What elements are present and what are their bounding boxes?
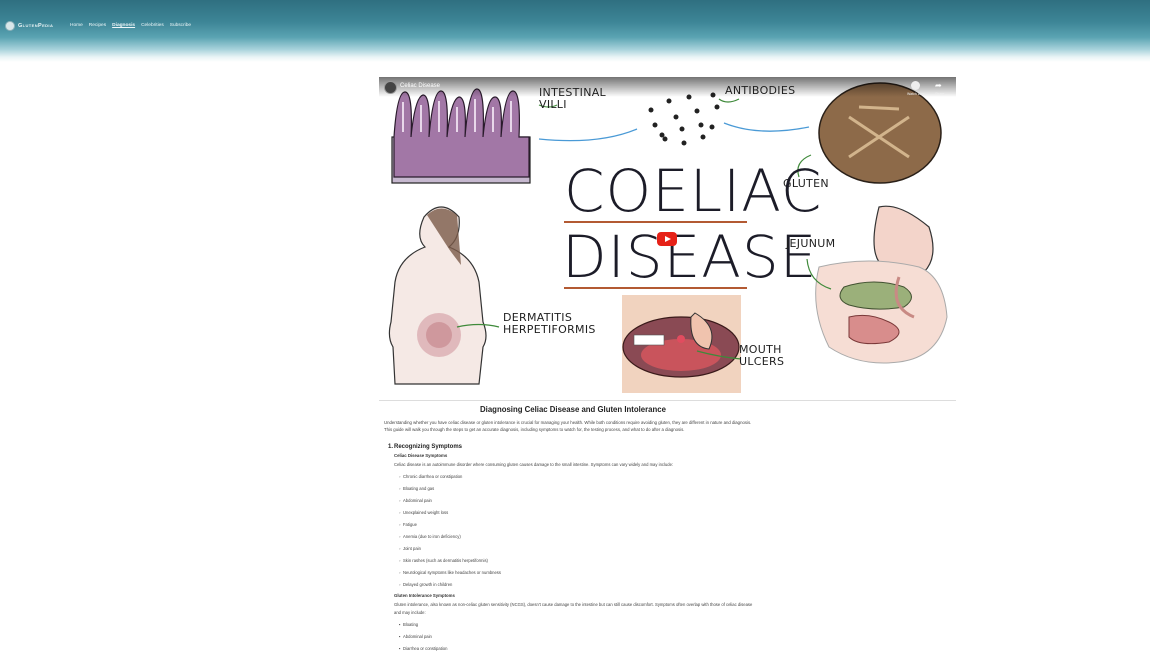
- watch-later-icon[interactable]: [911, 81, 920, 90]
- list-item-text: Neurological symptoms like headaches or …: [403, 570, 501, 575]
- video-title[interactable]: Celiac Disease: [400, 83, 440, 89]
- article-title: Diagnosing Celiac Disease and Gluten Int…: [480, 405, 666, 414]
- list-item-text: Abdominal pain: [403, 498, 432, 503]
- list-item: ◦ Skin rashes (such as dermatitis herpeti…: [399, 558, 488, 563]
- list-item-text: Delayed growth in children: [403, 582, 453, 587]
- main-nav: Home Recipes Diagnosis Celebrities Subsc…: [70, 23, 191, 28]
- intolerance-symptoms-text: Gluten intolerance, also known as non-ce…: [394, 602, 753, 615]
- divider: [379, 400, 956, 401]
- logo-text: GlutenPedia: [18, 23, 54, 29]
- list-item: ◦ Bloating and gas: [399, 486, 434, 491]
- celiac-symptoms-text: Celiac disease is an autoimmune disorder…: [394, 462, 674, 467]
- list-item: ◦ Fatigue: [399, 522, 417, 527]
- list-item: ◦ Delayed growth in children: [399, 582, 452, 587]
- list-item-text: Chronic diarrhea or constipation: [403, 474, 463, 479]
- list-item-text: Diarrhea or constipation: [403, 646, 448, 651]
- title-coeliac: COELIAC: [564, 157, 823, 225]
- list-item: ◦ Abdominal pain: [399, 498, 432, 503]
- list-item: ▪ Abdominal pain: [399, 634, 432, 639]
- list-item-text: Bloating and gas: [403, 486, 435, 491]
- share-label: Share: [935, 92, 945, 96]
- list-item: ▪ Diarrhea or constipation: [399, 646, 447, 651]
- list-item: ◦ Joint pain: [399, 546, 421, 551]
- site-logo[interactable]: GlutenPedia: [5, 21, 53, 31]
- intolerance-symptoms-heading: Gluten Intolerance Symptoms: [394, 593, 455, 598]
- nav-home[interactable]: Home: [70, 23, 83, 28]
- section-number: 1.: [388, 444, 394, 450]
- label-mouth-ulcers: MOUTH ULCERS: [739, 343, 785, 368]
- play-button-icon[interactable]: [657, 232, 677, 246]
- list-item: ▪ Bloating: [399, 622, 418, 627]
- label-dermatitis: DERMATITIS HERPETIFORMIS: [503, 311, 596, 336]
- list-item-text: Joint pain: [403, 546, 421, 551]
- body-illustration: [388, 206, 487, 385]
- label-antibodies: ANTIBODIES: [725, 84, 796, 97]
- nav-celebrities[interactable]: Celebrities: [141, 23, 164, 28]
- section-title: Recognizing Symptoms: [394, 444, 463, 450]
- intestines-illustration: [815, 205, 948, 364]
- villi-illustration: [391, 88, 531, 184]
- nav-diagnosis[interactable]: Diagnosis: [112, 23, 135, 28]
- antibodies-illustration: [648, 92, 720, 146]
- list-item-text: Bloating: [403, 622, 419, 627]
- list-item: ◦ Chronic diarrhea or constipation: [399, 474, 462, 479]
- nav-recipes[interactable]: Recipes: [89, 23, 106, 28]
- nav-subscribe[interactable]: Subscribe: [170, 23, 191, 28]
- logo-icon: [5, 21, 15, 31]
- bread-illustration: [818, 82, 942, 184]
- label-jejunum: JEJUNUM: [786, 237, 836, 250]
- list-item: ◦ Neurological symptoms like headaches or…: [399, 570, 501, 575]
- list-item-text: Fatigue: [403, 522, 417, 527]
- list-item-text: Abdominal pain: [403, 634, 432, 639]
- list-item-text: Skin rashes (such as dermatitis herpetif…: [403, 558, 488, 563]
- list-item: ◦ Unexplained weight loss: [399, 510, 448, 515]
- article-intro: Understanding whether you have celiac di…: [384, 420, 752, 432]
- video-player[interactable]: Celiac Disease Watch later ➦ Share INTES…: [379, 77, 956, 396]
- list-item: ◦ Anemia (due to iron deficiency): [399, 534, 461, 539]
- mouth-illustration: [622, 295, 741, 393]
- channel-avatar[interactable]: [384, 81, 397, 94]
- video-top-bar: [379, 77, 956, 97]
- title-disease: DISEASE: [562, 223, 818, 291]
- share-icon[interactable]: ➦: [935, 81, 942, 90]
- list-item-text: Anemia (due to iron deficiency): [403, 534, 461, 539]
- celiac-symptoms-heading: Celiac Disease Symptoms: [394, 453, 448, 458]
- list-item-text: Unexplained weight loss: [403, 510, 449, 515]
- site-header: GlutenPedia Home Recipes Diagnosis Celeb…: [0, 0, 1150, 62]
- watch-later-label: Watch later: [907, 92, 925, 96]
- label-intestinal-villi: INTESTINAL VILLI: [539, 86, 606, 111]
